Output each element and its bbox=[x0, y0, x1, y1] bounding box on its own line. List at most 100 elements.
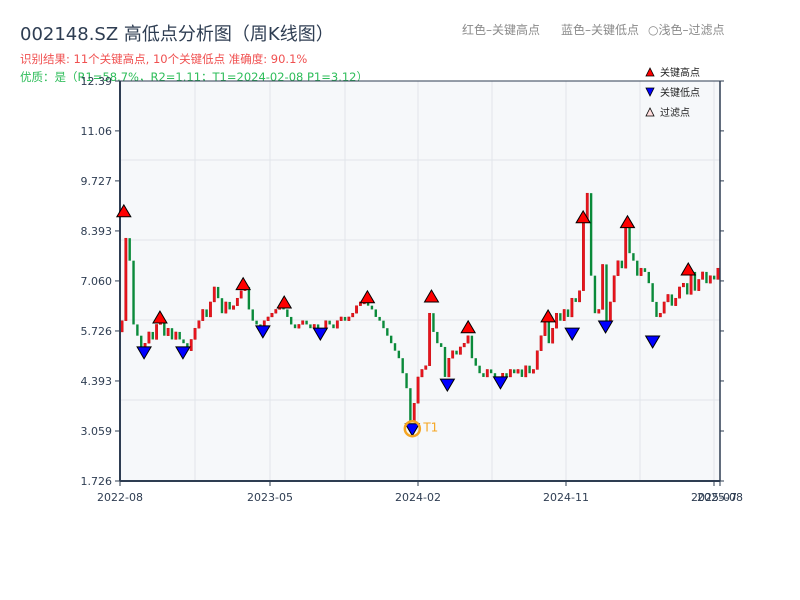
x-tick-label: 2022-08 bbox=[97, 491, 143, 504]
candle bbox=[474, 358, 477, 366]
candle bbox=[697, 279, 701, 291]
candle bbox=[520, 369, 524, 377]
candle bbox=[274, 309, 278, 314]
candle bbox=[328, 320, 331, 325]
candle bbox=[551, 327, 555, 344]
candle bbox=[547, 320, 551, 344]
y-tick-label: 11.06 bbox=[81, 125, 113, 138]
candle bbox=[705, 271, 708, 284]
candle bbox=[716, 267, 720, 280]
candle bbox=[562, 309, 566, 321]
candle bbox=[701, 271, 705, 280]
candle bbox=[505, 373, 508, 377]
candle bbox=[216, 286, 220, 299]
candle bbox=[205, 309, 208, 317]
candle bbox=[378, 316, 381, 321]
y-tick-label: 12.39 bbox=[81, 75, 113, 88]
candle bbox=[532, 369, 535, 374]
candle bbox=[209, 301, 212, 318]
candle bbox=[332, 324, 335, 329]
candle bbox=[401, 358, 404, 374]
y-tick-label: 5.726 bbox=[81, 325, 113, 338]
legend-high-icon bbox=[645, 67, 655, 77]
candle bbox=[309, 324, 312, 329]
candle bbox=[374, 309, 377, 317]
candle bbox=[447, 357, 451, 378]
candle bbox=[439, 343, 443, 347]
candle bbox=[443, 346, 447, 377]
candle bbox=[559, 313, 562, 321]
candle bbox=[289, 316, 293, 325]
candle bbox=[639, 267, 643, 276]
candle bbox=[455, 350, 458, 355]
candle bbox=[643, 268, 647, 272]
candle bbox=[485, 369, 489, 378]
candle bbox=[708, 275, 712, 284]
candle bbox=[620, 260, 624, 269]
candle bbox=[389, 335, 393, 344]
candle bbox=[251, 309, 254, 321]
candle bbox=[136, 324, 139, 336]
candle bbox=[382, 320, 385, 329]
x-tick-label: 2025-08 bbox=[697, 491, 743, 504]
candle bbox=[555, 312, 558, 329]
candle bbox=[393, 343, 397, 351]
candle bbox=[420, 369, 424, 378]
candle bbox=[297, 324, 301, 329]
x-tick-label: 2023-05 bbox=[247, 491, 293, 504]
candle bbox=[124, 237, 128, 321]
candle bbox=[632, 253, 635, 261]
candle bbox=[386, 328, 389, 336]
candle bbox=[636, 260, 639, 276]
candle bbox=[120, 320, 124, 333]
candle bbox=[228, 301, 231, 310]
candle bbox=[155, 324, 159, 340]
candle bbox=[655, 301, 658, 317]
candle bbox=[424, 365, 428, 370]
candle bbox=[405, 373, 408, 389]
y-tick-label: 1.726 bbox=[81, 475, 113, 488]
plot-area bbox=[120, 81, 720, 481]
candle bbox=[212, 286, 216, 303]
candle bbox=[147, 331, 151, 344]
t1-label: T1 bbox=[422, 421, 438, 435]
candle bbox=[582, 219, 585, 291]
candle bbox=[151, 331, 154, 340]
candle bbox=[166, 327, 170, 336]
candle bbox=[570, 297, 574, 318]
candle bbox=[681, 282, 685, 288]
candle bbox=[593, 275, 597, 314]
legend-label: 关键低点 bbox=[660, 86, 700, 99]
y-tick-label: 9.727 bbox=[81, 175, 113, 188]
candle bbox=[589, 193, 593, 276]
candle bbox=[524, 365, 528, 378]
candle bbox=[189, 339, 193, 351]
candle bbox=[482, 373, 485, 377]
y-tick-label: 3.059 bbox=[81, 425, 113, 438]
candle bbox=[193, 327, 197, 340]
candle bbox=[597, 309, 601, 314]
candle bbox=[347, 316, 351, 321]
candle bbox=[128, 238, 131, 261]
candle bbox=[608, 301, 612, 321]
candle bbox=[201, 309, 205, 321]
candle bbox=[412, 403, 416, 423]
candle bbox=[178, 331, 181, 340]
candle bbox=[370, 305, 374, 310]
candle bbox=[466, 335, 470, 344]
candle bbox=[601, 264, 605, 310]
candle bbox=[428, 312, 432, 366]
candle bbox=[416, 376, 420, 404]
candle bbox=[508, 369, 512, 378]
candle bbox=[543, 320, 547, 336]
candle bbox=[351, 312, 355, 318]
candle bbox=[286, 309, 289, 317]
candle bbox=[270, 312, 274, 318]
candle bbox=[528, 365, 531, 374]
legend-label: 过滤点 bbox=[660, 106, 690, 119]
candle bbox=[535, 350, 539, 370]
candle bbox=[301, 320, 305, 325]
candle bbox=[478, 365, 481, 374]
x-tick-label: 2024-02 bbox=[395, 491, 441, 504]
candle bbox=[239, 290, 243, 299]
